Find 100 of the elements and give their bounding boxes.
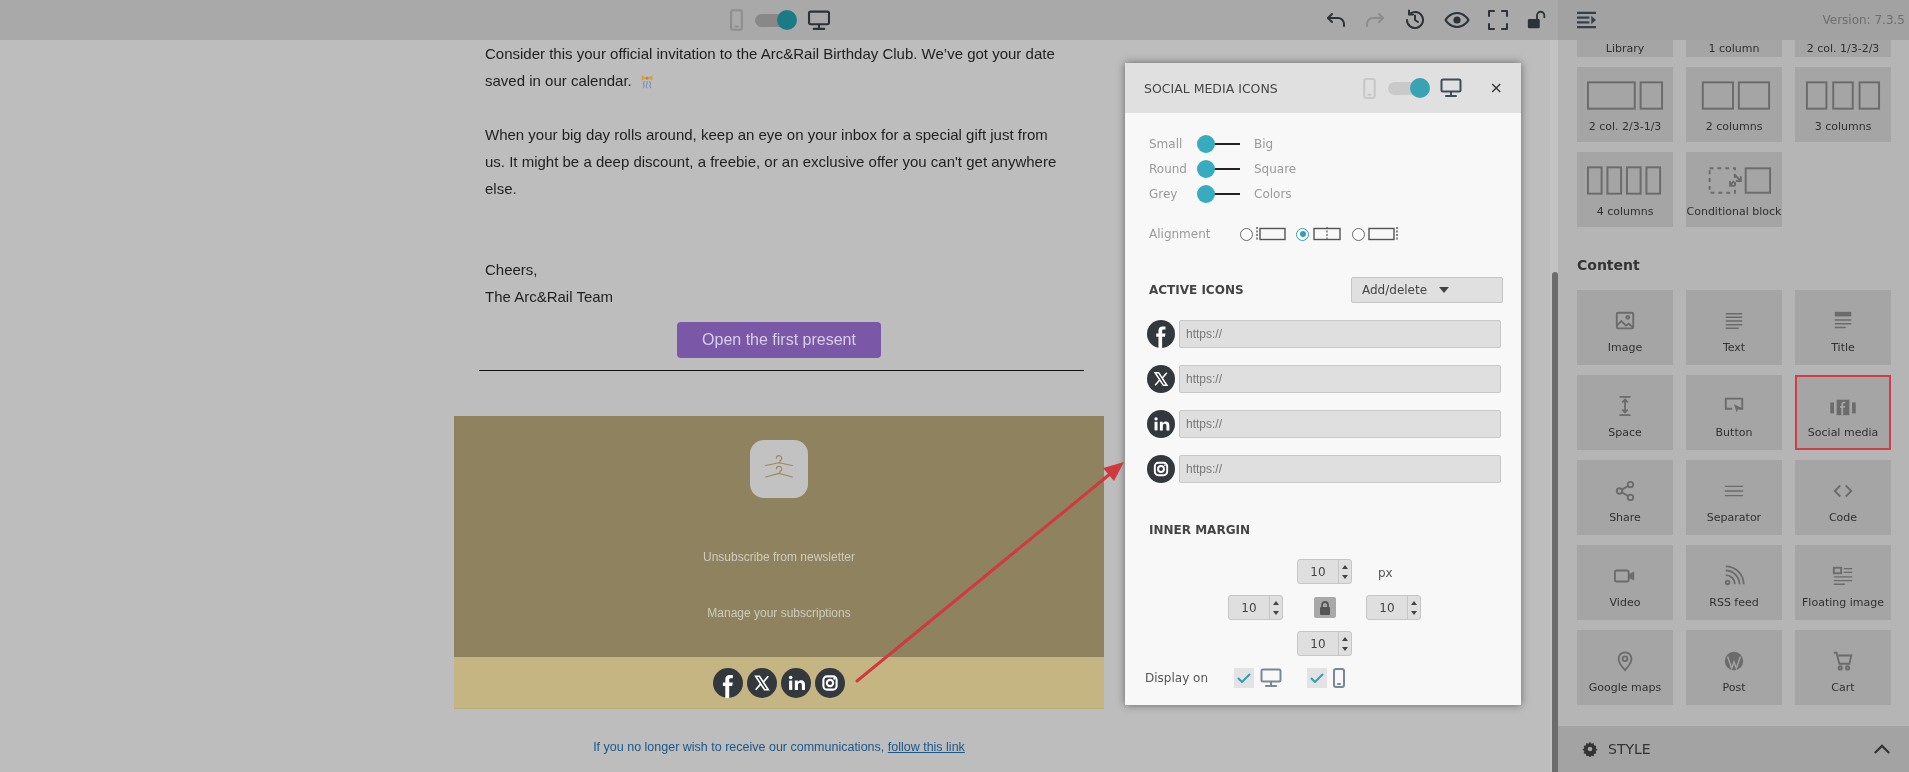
monitor-icon[interactable] (806, 9, 831, 31)
text-line: saved in our calendar. (485, 71, 632, 91)
instagram-icon (1147, 455, 1175, 483)
block-tile[interactable]: Conditional block (1686, 152, 1782, 227)
menu-icon[interactable] (1576, 10, 1597, 30)
block-tile[interactable]: Social media (1795, 375, 1891, 450)
block-tile[interactable]: 2 col. 1/3-2/3 (1795, 40, 1891, 57)
monitor-icon[interactable] (1439, 78, 1462, 98)
four-column-layout-icon (1586, 166, 1664, 196)
rss-feed-icon (1723, 565, 1745, 587)
view-toggle[interactable] (1387, 81, 1428, 95)
paragraph: When your big day rolls around, keep an eye on your inbox for a special gift just from us. It might be a deep discount, a freebie, or an exclusive offer you can't get anywhere else. (485, 125, 1058, 199)
dialog-title: SOCIAL MEDIA ICONS (1144, 80, 1279, 96)
text-lines-icon (1723, 310, 1745, 332)
x-logo-icon (747, 667, 777, 698)
number-field[interactable]: 10 (1228, 595, 1283, 620)
block-tile[interactable]: 2 col. 2/3-1/3 (1577, 67, 1673, 142)
block-tile[interactable]: Button (1686, 375, 1782, 450)
close-button[interactable]: × (1489, 80, 1503, 96)
margin-value: 10 (1378, 600, 1396, 615)
block-tile[interactable]: Video (1577, 545, 1673, 620)
image-icon (1614, 310, 1636, 332)
block-tile[interactable]: 1 column (1686, 40, 1782, 57)
x-logo-icon (1147, 365, 1175, 393)
scrollbar[interactable] (1550, 40, 1558, 772)
block-tile[interactable]: Post (1686, 630, 1782, 705)
section-heading: Content (1577, 257, 1641, 273)
block-tile[interactable]: 3 columns (1795, 67, 1891, 142)
url-field[interactable]: https:// (1179, 320, 1501, 348)
toggle-label: Grey (1149, 186, 1179, 201)
toggle-label: Colors (1254, 186, 1292, 201)
toggle-switch[interactable] (1197, 184, 1240, 203)
number-field[interactable]: 10 (1297, 631, 1352, 656)
block-tile[interactable]: Code (1795, 460, 1891, 535)
share-icon (1614, 480, 1636, 502)
padlock-icon (1318, 600, 1331, 615)
signoff-text: The Arc&Rail Team (485, 287, 615, 307)
section-title: ACTIVE ICONS (1149, 283, 1244, 297)
block-tile[interactable]: Image (1577, 290, 1673, 365)
view-toggle[interactable] (754, 13, 795, 27)
social-media-icon (1829, 397, 1857, 417)
number-field[interactable]: 10 (1297, 559, 1352, 584)
block-tile[interactable]: Cart (1795, 630, 1891, 705)
unlocked-icon[interactable] (1526, 9, 1548, 31)
number-field[interactable]: 10 (1366, 595, 1421, 620)
facebook-icon (713, 667, 743, 698)
shopping-cart-icon (1832, 650, 1854, 672)
monitor-icon (1260, 668, 1282, 688)
toggle-label: Small (1149, 136, 1184, 151)
toggle-switch[interactable] (1197, 159, 1240, 178)
block-tile[interactable]: Separator (1686, 460, 1782, 535)
block-tile[interactable]: RSS feed (1686, 545, 1782, 620)
unsubscribe-link[interactable]: follow this link (887, 740, 965, 754)
margin-value: 10 (1309, 636, 1327, 651)
align-right-icon (1367, 226, 1399, 242)
wordpress-logo-icon (1723, 650, 1745, 672)
block-tile[interactable]: Library (1577, 40, 1673, 57)
signoff-text: Cheers, (485, 260, 539, 280)
caret-down-icon (1439, 287, 1450, 293)
fullscreen-icon[interactable] (1487, 9, 1509, 31)
block-tile[interactable]: Text (1686, 290, 1782, 365)
checkmark-icon (1310, 673, 1324, 683)
toggle-switch[interactable] (1197, 134, 1240, 153)
checkbox[interactable] (1234, 668, 1254, 688)
checkmark-icon (1237, 673, 1251, 683)
gear-icon (1582, 741, 1598, 757)
block-tile[interactable]: 2 columns (1686, 67, 1782, 142)
three-column-layout-icon (1804, 81, 1882, 111)
toggle-label: Square (1254, 161, 1297, 176)
block-tile[interactable]: Share (1577, 460, 1673, 535)
radio-button[interactable] (1296, 227, 1309, 241)
eye-icon[interactable] (1444, 10, 1470, 30)
unit-label: px (1377, 566, 1393, 580)
lock-button[interactable] (1313, 597, 1336, 618)
block-tile[interactable]: Google maps (1577, 630, 1673, 705)
cta-button[interactable]: Open the first present (677, 322, 881, 358)
linkedin-icon (781, 667, 811, 698)
block-tile[interactable]: 4 columns (1577, 152, 1673, 227)
add-delete-dropdown[interactable]: Add/delete (1351, 277, 1503, 303)
alignment-label: Alignment (1149, 227, 1212, 241)
margin-value: 10 (1309, 564, 1327, 579)
facebook-icon (1147, 320, 1175, 348)
floating-image-icon (1832, 565, 1854, 587)
radio-button[interactable] (1240, 227, 1253, 241)
block-tile[interactable]: Space (1577, 375, 1673, 450)
url-field[interactable]: https:// (1179, 455, 1501, 483)
display-on-label: Display on (1145, 671, 1209, 685)
style-panel-bar[interactable]: STYLE (1558, 726, 1909, 772)
url-field[interactable]: https:// (1179, 410, 1501, 438)
two-column-layout-icon (1586, 81, 1664, 111)
radio-button[interactable] (1352, 227, 1365, 241)
toggle-label: Big (1254, 136, 1274, 151)
align-center-icon (1311, 226, 1343, 242)
block-tile[interactable]: Floating image (1795, 545, 1891, 620)
url-field[interactable]: https:// (1179, 365, 1501, 393)
history-icon[interactable] (1403, 8, 1427, 32)
instagram-icon (815, 667, 845, 698)
checkbox[interactable] (1307, 668, 1327, 688)
block-tile[interactable]: Title (1795, 290, 1891, 365)
linkedin-icon (1147, 410, 1175, 438)
